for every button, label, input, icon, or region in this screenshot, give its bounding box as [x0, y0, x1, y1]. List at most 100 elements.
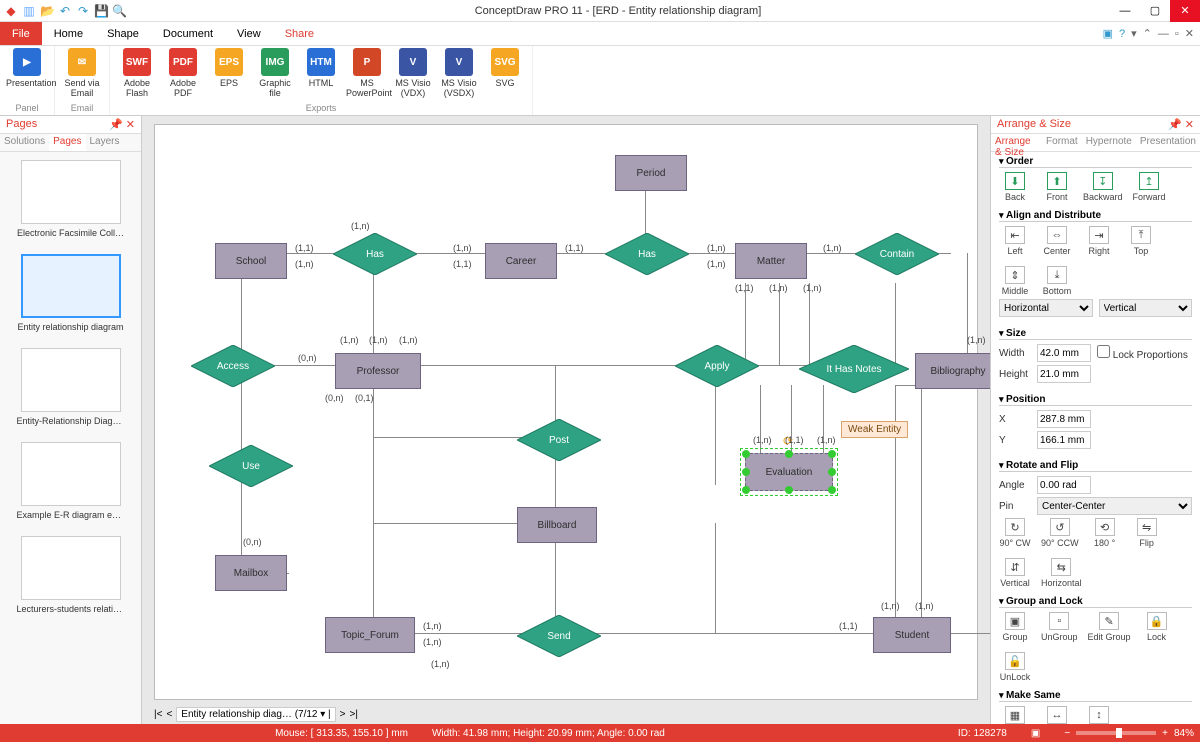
- cmd-svg[interactable]: SVGSVG: [484, 48, 526, 98]
- relation-use[interactable]: Use: [209, 445, 293, 487]
- btn-group[interactable]: ▣Group: [999, 612, 1031, 642]
- cmd-eps[interactable]: EPSEPS: [208, 48, 250, 98]
- relation-has1[interactable]: Has: [333, 233, 417, 275]
- rotate-ccw[interactable]: ↺90° CCW: [1041, 518, 1079, 548]
- input-height[interactable]: [1037, 365, 1091, 383]
- chevron-down-icon[interactable]: ▾: [1131, 27, 1137, 40]
- ribbon-min-icon[interactable]: ⌃: [1143, 27, 1152, 40]
- zoom-slider[interactable]: [1076, 731, 1156, 735]
- relation-send[interactable]: Send: [517, 615, 601, 657]
- new-icon[interactable]: ▥: [22, 4, 36, 18]
- tab-home[interactable]: Home: [42, 22, 95, 45]
- redo-icon[interactable]: ↷: [76, 4, 90, 18]
- cmd-html[interactable]: HTMHTML: [300, 48, 342, 98]
- flip-horizontal[interactable]: ⇆Horizontal: [1041, 558, 1082, 588]
- page-thumb[interactable]: Lecturers-students relatio…: [17, 536, 125, 614]
- select-pin[interactable]: Center-Center: [1037, 497, 1192, 515]
- page-first-icon[interactable]: |<: [154, 709, 162, 720]
- flip-vertical[interactable]: ⇵Vertical: [999, 558, 1031, 588]
- subtab-pages[interactable]: Pages: [49, 134, 85, 151]
- tab-view[interactable]: View: [225, 22, 273, 45]
- cmd-visio-vsdx[interactable]: VMS Visio (VSDX): [438, 48, 480, 98]
- align-middle[interactable]: ⇕Middle: [999, 266, 1031, 296]
- undo-icon[interactable]: ↶: [58, 4, 72, 18]
- page-thumb[interactable]: Electronic Facsimile Coll…: [17, 160, 125, 238]
- zoom-in-icon[interactable]: +: [1162, 728, 1168, 739]
- distribute-horizontal[interactable]: Horizontal: [999, 299, 1093, 317]
- cmd-adobe-flash[interactable]: SWFAdobe Flash: [116, 48, 158, 98]
- order-backward[interactable]: ↧Backward: [1083, 172, 1123, 202]
- store-icon[interactable]: ▣: [1103, 27, 1113, 40]
- subtab-layers[interactable]: Layers: [86, 134, 124, 151]
- same-size[interactable]: ▦Size: [999, 706, 1031, 724]
- order-front[interactable]: ⬆Front: [1041, 172, 1073, 202]
- section-rotate[interactable]: Rotate and Flip: [999, 460, 1192, 472]
- zoom-out-icon[interactable]: −: [1064, 728, 1070, 739]
- entity-career[interactable]: Career: [485, 243, 557, 279]
- align-right[interactable]: ⇥Right: [1083, 226, 1115, 256]
- section-order[interactable]: Order: [999, 156, 1192, 168]
- relation-apply[interactable]: Apply: [675, 345, 759, 387]
- input-angle[interactable]: [1037, 476, 1091, 494]
- section-size[interactable]: Size: [999, 328, 1192, 340]
- section-position[interactable]: Position: [999, 394, 1192, 406]
- distribute-vertical[interactable]: Vertical: [1099, 299, 1193, 317]
- page-next-icon[interactable]: >: [340, 709, 346, 720]
- relation-has2[interactable]: Has: [605, 233, 689, 275]
- close-button[interactable]: ✕: [1170, 0, 1200, 22]
- page-thumb[interactable]: Entity-Relationship Diagr…: [17, 348, 125, 426]
- subtab-solutions[interactable]: Solutions: [0, 134, 49, 151]
- page-thumb[interactable]: Entity relationship diagram: [17, 254, 125, 332]
- order-back[interactable]: ⬇Back: [999, 172, 1031, 202]
- right-pin-icon[interactable]: 📌 ✕: [1168, 118, 1194, 131]
- doc-tab[interactable]: Entity relationship diag… (7/12 ▾ |: [176, 707, 335, 722]
- input-width[interactable]: [1037, 344, 1091, 362]
- entity-topic-forum[interactable]: Topic_Forum: [325, 617, 415, 653]
- entity-professor[interactable]: Professor: [335, 353, 421, 389]
- maximize-button[interactable]: ▢: [1140, 0, 1170, 22]
- same-width[interactable]: ↔Width: [1041, 706, 1073, 724]
- window-close2-icon[interactable]: ✕: [1185, 27, 1194, 40]
- entity-billboard[interactable]: Billboard: [517, 507, 597, 543]
- diagram-canvas[interactable]: Period School Career Matter Professor Bi…: [154, 124, 978, 700]
- window-restore-icon[interactable]: —: [1158, 28, 1169, 40]
- entity-bibliography[interactable]: Bibliography: [915, 353, 990, 389]
- window-max2-icon[interactable]: ▫: [1175, 28, 1179, 40]
- btn-edit-group[interactable]: ✎Edit Group: [1088, 612, 1131, 642]
- help-icon[interactable]: ?: [1119, 28, 1125, 40]
- canvas-area[interactable]: Period School Career Matter Professor Bi…: [142, 116, 990, 724]
- relation-access[interactable]: Access: [191, 345, 275, 387]
- page-prev-icon[interactable]: <: [166, 709, 172, 720]
- cmd-adobe-pdf[interactable]: PDFAdobe PDF: [162, 48, 204, 98]
- entity-school[interactable]: School: [215, 243, 287, 279]
- save-icon[interactable]: 💾: [94, 4, 108, 18]
- rtab-format[interactable]: Format: [1042, 134, 1082, 151]
- btn-ungroup[interactable]: ▫UnGroup: [1041, 612, 1078, 642]
- cmd-ms-ppt[interactable]: PMS PowerPoint: [346, 48, 388, 98]
- cmd-presentation[interactable]: ▶Presentation: [6, 48, 48, 88]
- align-center[interactable]: ⇔Center: [1041, 226, 1073, 256]
- status-fit-icon[interactable]: ▣: [1031, 728, 1040, 739]
- cmd-graphic[interactable]: IMGGraphic file: [254, 48, 296, 98]
- tab-shape[interactable]: Shape: [95, 22, 151, 45]
- relation-post[interactable]: Post: [517, 419, 601, 461]
- page-thumb[interactable]: Example E-R diagram ext…: [17, 442, 125, 520]
- entity-student[interactable]: Student: [873, 617, 951, 653]
- align-top[interactable]: ⤒Top: [1125, 226, 1157, 256]
- cmd-visio-vdx[interactable]: VMS Visio (VDX): [392, 48, 434, 98]
- rtab-hypernote[interactable]: Hypernote: [1082, 134, 1136, 151]
- input-x[interactable]: [1037, 410, 1091, 428]
- order-forward[interactable]: ↥Forward: [1133, 172, 1166, 202]
- open-icon[interactable]: 📂: [40, 4, 54, 18]
- same-height[interactable]: ↕Height: [1083, 706, 1115, 724]
- section-group[interactable]: Group and Lock: [999, 596, 1192, 608]
- section-align[interactable]: Align and Distribute: [999, 210, 1192, 222]
- preview-icon[interactable]: 🔍: [112, 4, 126, 18]
- btn-lock[interactable]: 🔒Lock: [1141, 612, 1173, 642]
- align-left[interactable]: ⇤Left: [999, 226, 1031, 256]
- relation-it-has-notes[interactable]: It Has Notes: [799, 345, 909, 393]
- rtab-arrange[interactable]: Arrange & Size: [991, 134, 1042, 151]
- flip-generic[interactable]: ⇋Flip: [1131, 518, 1163, 548]
- align-bottom[interactable]: ⤓Bottom: [1041, 266, 1073, 296]
- btn-unlock[interactable]: 🔓UnLock: [999, 652, 1031, 682]
